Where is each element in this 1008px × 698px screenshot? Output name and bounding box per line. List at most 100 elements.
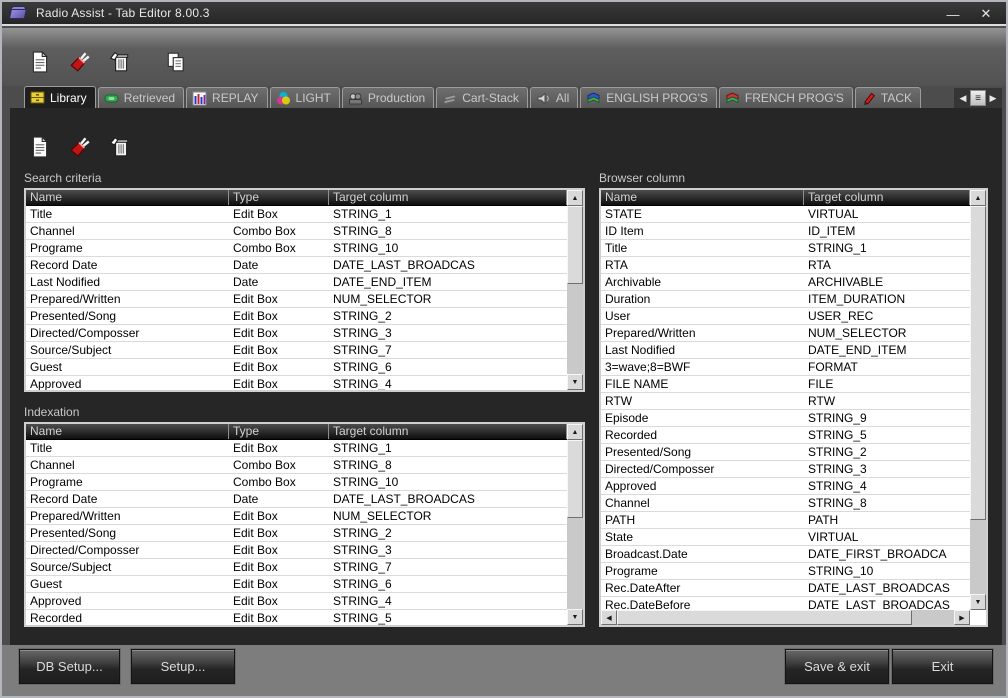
tab-scroll-right-icon[interactable]: ▶ [986, 90, 1000, 106]
column-header[interactable]: Type [229, 190, 329, 205]
table-row[interactable]: Directed/ComposserEdit BoxSTRING_3 [26, 542, 567, 559]
table-row[interactable]: ApprovedEdit BoxSTRING_4 [26, 376, 567, 390]
table-row[interactable]: GuestEdit BoxSTRING_6 [26, 359, 567, 376]
column-header[interactable]: Type [229, 424, 329, 439]
horizontal-scrollbar[interactable]: ◀ ▶ [601, 610, 970, 625]
table-row[interactable]: STATEVIRTUAL [601, 206, 970, 223]
exit-button[interactable]: Exit [892, 649, 993, 684]
table-row[interactable]: EpisodeSTRING_9 [601, 410, 970, 427]
scrollbar-thumb[interactable] [567, 440, 583, 518]
tab-all[interactable]: All [530, 87, 578, 108]
tab-tack[interactable]: TACK [855, 87, 921, 108]
vertical-scrollbar[interactable]: ▲ ▼ [970, 190, 986, 610]
tab-retrieved[interactable]: Retrieved [98, 87, 184, 108]
scroll-up-icon[interactable]: ▲ [567, 190, 583, 206]
minimize-button[interactable]: — [938, 4, 968, 24]
delete-button[interactable] [108, 50, 132, 74]
column-header[interactable]: Target column [804, 190, 970, 205]
db-setup-button[interactable]: DB Setup... [19, 649, 120, 684]
tab-scroll-left-icon[interactable]: ◀ [956, 90, 970, 106]
scroll-down-icon[interactable]: ▼ [567, 609, 583, 625]
tab-list-icon[interactable]: ≡ [970, 90, 986, 106]
column-header[interactable]: Target column [329, 190, 567, 205]
scroll-up-icon[interactable]: ▲ [970, 190, 986, 206]
table-row[interactable]: Presented/SongEdit BoxSTRING_2 [26, 525, 567, 542]
table-row[interactable]: FILE NAMEFILE [601, 376, 970, 393]
table-row[interactable]: Prepared/WrittenNUM_SELECTOR [601, 325, 970, 342]
table-row[interactable]: PATHPATH [601, 512, 970, 529]
table-row[interactable]: Source/SubjectEdit BoxSTRING_7 [26, 342, 567, 359]
tab-library[interactable]: Library [24, 86, 96, 108]
table-row[interactable]: 3=wave;8=BWFFORMAT [601, 359, 970, 376]
column-header[interactable]: Name [26, 424, 229, 439]
scroll-up-icon[interactable]: ▲ [567, 424, 583, 440]
table-row[interactable]: Broadcast.DateDATE_FIRST_BROADCA [601, 546, 970, 563]
inner-new-button[interactable] [28, 135, 52, 159]
vertical-scrollbar[interactable]: ▲ ▼ [567, 190, 583, 390]
table-row[interactable]: Rec.DateAfterDATE_LAST_BROADCAS [601, 580, 970, 597]
table-row[interactable]: TitleEdit BoxSTRING_1 [26, 206, 567, 223]
tab-english-prog-s[interactable]: ENGLISH PROG'S [580, 87, 717, 108]
table-row[interactable]: Prepared/WrittenEdit BoxNUM_SELECTOR [26, 508, 567, 525]
table-row[interactable]: DurationITEM_DURATION [601, 291, 970, 308]
table-row[interactable]: ChannelSTRING_8 [601, 495, 970, 512]
table-row[interactable]: ID ItemID_ITEM [601, 223, 970, 240]
table-row[interactable]: ApprovedSTRING_4 [601, 478, 970, 495]
table-cell: Programe [601, 563, 804, 579]
table-row[interactable]: Rec.DateBeforeDATE_LAST_BROADCAS [601, 597, 970, 610]
table-row[interactable]: ProgrameCombo BoxSTRING_10 [26, 474, 567, 491]
table-row[interactable]: ArchivableARCHIVABLE [601, 274, 970, 291]
scroll-down-icon[interactable]: ▼ [567, 374, 583, 390]
new-button[interactable] [28, 50, 52, 74]
scrollbar-thumb[interactable] [617, 610, 912, 625]
save-exit-button[interactable]: Save & exit [785, 649, 889, 684]
copy-button[interactable] [164, 50, 188, 74]
table-row[interactable]: ChannelCombo BoxSTRING_8 [26, 223, 567, 240]
table-row[interactable]: TitleSTRING_1 [601, 240, 970, 257]
table-cell: 3=wave;8=BWF [601, 359, 804, 375]
scroll-left-icon[interactable]: ◀ [601, 610, 617, 625]
scrollbar-thumb[interactable] [567, 206, 583, 284]
table-row[interactable]: StateVIRTUAL [601, 529, 970, 546]
table-cell: Prepared/Written [601, 325, 804, 341]
table-row[interactable]: ApprovedEdit BoxSTRING_4 [26, 593, 567, 610]
scroll-down-icon[interactable]: ▼ [970, 594, 986, 610]
inner-erase-button[interactable] [68, 135, 92, 159]
table-row[interactable]: Source/SubjectEdit BoxSTRING_7 [26, 559, 567, 576]
vertical-scrollbar[interactable]: ▲ ▼ [567, 424, 583, 625]
table-row[interactable]: Last NodifiedDateDATE_END_ITEM [26, 274, 567, 291]
column-header[interactable]: Target column [329, 424, 567, 439]
table-row[interactable]: ChannelCombo BoxSTRING_8 [26, 457, 567, 474]
table-row[interactable]: Last NodifiedDATE_END_ITEM [601, 342, 970, 359]
tab-french-prog-s[interactable]: FRENCH PROG'S [719, 87, 853, 108]
inner-delete-button[interactable] [108, 135, 132, 159]
table-row[interactable]: ProgrameSTRING_10 [601, 563, 970, 580]
column-header[interactable]: Name [26, 190, 229, 205]
table-row[interactable]: Directed/ComposserSTRING_3 [601, 461, 970, 478]
table-cell: STRING_5 [804, 427, 970, 443]
tab-cart-stack[interactable]: Cart-Stack [436, 87, 528, 108]
table-row[interactable]: UserUSER_REC [601, 308, 970, 325]
setup-button[interactable]: Setup... [131, 649, 235, 684]
table-row[interactable]: Presented/SongEdit BoxSTRING_2 [26, 308, 567, 325]
tab-replay[interactable]: REPLAY [186, 87, 267, 108]
table-row[interactable]: RecordedSTRING_5 [601, 427, 970, 444]
table-row[interactable]: RecordedEdit BoxSTRING_5 [26, 610, 567, 625]
erase-button[interactable] [68, 50, 92, 74]
table-row[interactable]: Prepared/WrittenEdit BoxNUM_SELECTOR [26, 291, 567, 308]
scroll-right-icon[interactable]: ▶ [954, 610, 970, 625]
table-row[interactable]: TitleEdit BoxSTRING_1 [26, 440, 567, 457]
scrollbar-thumb[interactable] [970, 206, 986, 520]
table-row[interactable]: RTWRTW [601, 393, 970, 410]
table-row[interactable]: Presented/SongSTRING_2 [601, 444, 970, 461]
table-row[interactable]: Directed/ComposserEdit BoxSTRING_3 [26, 325, 567, 342]
close-button[interactable]: ✕ [972, 4, 1000, 24]
tab-light[interactable]: LIGHT [270, 87, 340, 108]
table-row[interactable]: ProgrameCombo BoxSTRING_10 [26, 240, 567, 257]
table-row[interactable]: RTARTA [601, 257, 970, 274]
column-header[interactable]: Name [601, 190, 804, 205]
table-row[interactable]: GuestEdit BoxSTRING_6 [26, 576, 567, 593]
table-row[interactable]: Record DateDateDATE_LAST_BROADCAS [26, 491, 567, 508]
tab-production[interactable]: Production [342, 87, 434, 108]
table-row[interactable]: Record DateDateDATE_LAST_BROADCAS [26, 257, 567, 274]
